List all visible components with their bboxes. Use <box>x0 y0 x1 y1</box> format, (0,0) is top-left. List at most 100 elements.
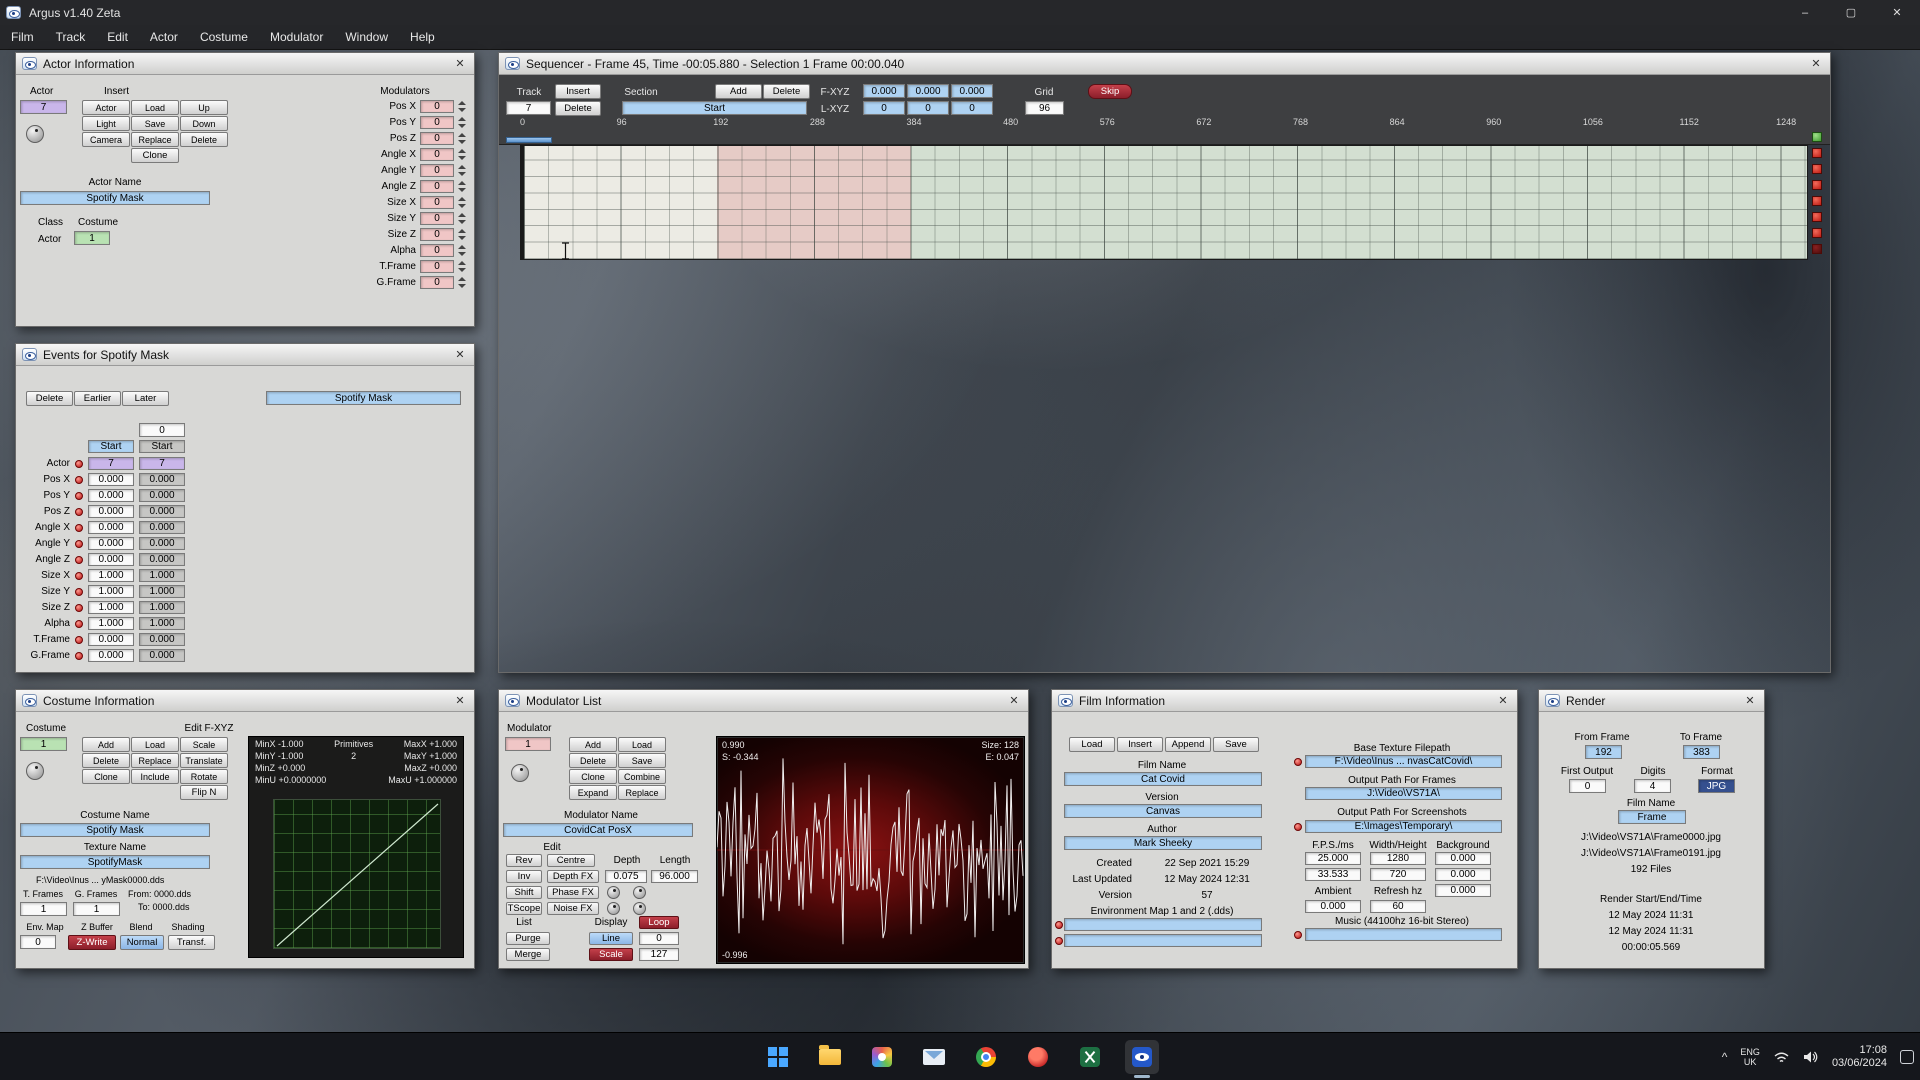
background-r-field[interactable]: 0.000 <box>1435 852 1491 865</box>
costume-select-knob[interactable] <box>26 762 44 780</box>
length-value-field[interactable]: 96.000 <box>651 870 698 883</box>
spinner-arrows-icon[interactable] <box>458 164 466 177</box>
tscope-button[interactable]: TScope <box>506 902 542 915</box>
fxyz-x-field[interactable]: 0.000 <box>863 84 905 98</box>
event-mask-name-field[interactable]: Spotify Mask <box>266 391 461 405</box>
actor-panel-button[interactable]: Load <box>131 100 179 115</box>
window-titlebar[interactable]: Actor Information ✕ <box>16 53 474 75</box>
timeline-ruler[interactable]: 0 96 192 288 384 480 576 672 768 864 960 1056 1152 12… <box>520 117 1830 131</box>
skip-button[interactable]: Skip <box>1088 84 1132 99</box>
track-indicator[interactable] <box>1812 244 1822 254</box>
film-load-button[interactable]: Load <box>1069 737 1115 752</box>
maximize-icon[interactable]: ▢ <box>1828 0 1874 25</box>
event-offset-field[interactable]: 0 <box>139 423 185 437</box>
spreadsheet-app-icon[interactable] <box>1073 1040 1107 1074</box>
menu-item[interactable]: Modulator <box>259 25 334 50</box>
event-start1-field[interactable]: 1.000 <box>88 617 134 630</box>
event-start2-field[interactable]: 0.000 <box>139 537 185 550</box>
menu-item[interactable]: Film <box>0 25 45 50</box>
event-col2-header[interactable]: Start <box>139 440 185 453</box>
event-start2-field[interactable]: 0.000 <box>139 473 185 486</box>
spinner-arrows-icon[interactable] <box>458 228 466 241</box>
env-map1-field[interactable] <box>1064 918 1262 931</box>
modulator-panel-button[interactable]: Load <box>618 737 666 752</box>
section-delete-button[interactable]: Delete <box>763 84 810 99</box>
lxyz-x-field[interactable]: 0 <box>863 101 905 115</box>
width-field[interactable]: 1280 <box>1370 852 1426 865</box>
height-field[interactable]: 720 <box>1370 868 1426 881</box>
costume-panel-button[interactable]: Delete <box>82 753 130 768</box>
screenshots-path-field[interactable]: E:\Images\Temporary\ <box>1305 820 1502 833</box>
event-start2-field[interactable]: 0.000 <box>139 505 185 518</box>
actor-panel-button[interactable]: Down <box>180 116 228 131</box>
event-start1-field[interactable]: 0.000 <box>88 505 134 518</box>
to-frame-field[interactable]: 383 <box>1683 745 1720 759</box>
background-g-field[interactable]: 0.000 <box>1435 868 1491 881</box>
event-led-indicator[interactable] <box>75 635 83 644</box>
costume-panel-button[interactable]: Rotate <box>180 769 228 784</box>
noise-depth-knob[interactable] <box>633 902 646 915</box>
volume-icon[interactable] <box>1803 1050 1819 1064</box>
fps-field[interactable]: 25.000 <box>1305 852 1361 865</box>
menu-item[interactable]: Edit <box>96 25 139 50</box>
event-start2-field[interactable]: 1.000 <box>139 585 185 598</box>
event-led-indicator[interactable] <box>75 571 83 580</box>
event-start2-field[interactable]: 0.000 <box>139 649 185 662</box>
track-indicator[interactable] <box>1812 148 1822 158</box>
red-app-icon[interactable] <box>1021 1040 1055 1074</box>
event-led-indicator[interactable] <box>75 491 83 500</box>
event-led-indicator[interactable] <box>75 555 83 564</box>
tray-expand-icon[interactable]: ^ <box>1722 1050 1728 1064</box>
modulator-link-field[interactable]: 0 <box>420 164 454 177</box>
modulator-panel-button[interactable]: Clone <box>569 769 617 784</box>
flip-normals-button[interactable]: Flip N <box>180 785 228 800</box>
event-delete-button[interactable]: Delete <box>26 391 73 406</box>
event-start1-field[interactable]: 0.000 <box>88 521 134 534</box>
window-titlebar[interactable]: Render ✕ <box>1539 690 1764 712</box>
event-col1-header[interactable]: Start <box>88 440 134 453</box>
event-led-indicator[interactable] <box>75 619 83 628</box>
event-led-indicator[interactable] <box>75 507 83 516</box>
window-titlebar[interactable]: Modulator List ✕ <box>499 690 1028 712</box>
modulator-name-field[interactable]: CovidCat PosX <box>503 823 693 837</box>
modulator-panel-button[interactable]: Save <box>618 753 666 768</box>
env-map1-led[interactable] <box>1055 921 1063 929</box>
spinner-arrows-icon[interactable] <box>458 244 466 257</box>
close-icon[interactable]: ✕ <box>1006 694 1022 707</box>
modulator-panel-button[interactable]: Replace <box>618 785 666 800</box>
costume-number-field[interactable]: 1 <box>74 231 110 245</box>
grid-size-field[interactable]: 96 <box>1025 101 1064 115</box>
spinner-arrows-icon[interactable] <box>458 260 466 273</box>
chrome-icon[interactable] <box>969 1040 1003 1074</box>
t-frames-field[interactable]: 1 <box>20 902 67 916</box>
section-name-field[interactable]: Start <box>622 101 807 115</box>
noise-knob[interactable] <box>607 902 620 915</box>
film-append-button[interactable]: Append <box>1165 737 1211 752</box>
spinner-arrows-icon[interactable] <box>458 276 466 289</box>
actor-panel-button[interactable]: Light <box>82 116 130 131</box>
event-start1-field[interactable]: 1.000 <box>88 569 134 582</box>
author-field[interactable]: Mark Sheeky <box>1064 836 1262 850</box>
render-film-name-field[interactable]: Frame <box>1618 810 1686 824</box>
spinner-arrows-icon[interactable] <box>458 100 466 113</box>
mail-icon[interactable] <box>917 1040 951 1074</box>
timeline-scrollbar[interactable] <box>506 137 552 143</box>
menu-item[interactable]: Costume <box>189 25 259 50</box>
modulator-panel-button[interactable]: Combine <box>618 769 666 784</box>
argus-app-icon[interactable] <box>1125 1039 1159 1078</box>
menu-item[interactable]: Track <box>45 25 97 50</box>
file-explorer-icon[interactable] <box>813 1040 847 1074</box>
z-write-button[interactable]: Z-Write <box>68 935 116 950</box>
fxyz-y-field[interactable]: 0.000 <box>907 84 949 98</box>
modulator-select-knob[interactable] <box>511 764 529 782</box>
phase-fx-button[interactable]: Phase FX <box>547 886 599 899</box>
section-add-button[interactable]: Add <box>715 84 762 99</box>
frames-path-field[interactable]: J:\Video\VS71A\ <box>1305 787 1502 800</box>
modulator-number-field[interactable]: 1 <box>505 737 551 751</box>
close-icon[interactable]: ✕ <box>1874 0 1920 25</box>
refresh-field[interactable]: 60 <box>1370 900 1426 913</box>
event-led-indicator[interactable] <box>75 459 83 468</box>
wifi-icon[interactable] <box>1773 1050 1790 1064</box>
modulator-link-field[interactable]: 0 <box>420 212 454 225</box>
costume-panel-button[interactable]: Add <box>82 737 130 752</box>
